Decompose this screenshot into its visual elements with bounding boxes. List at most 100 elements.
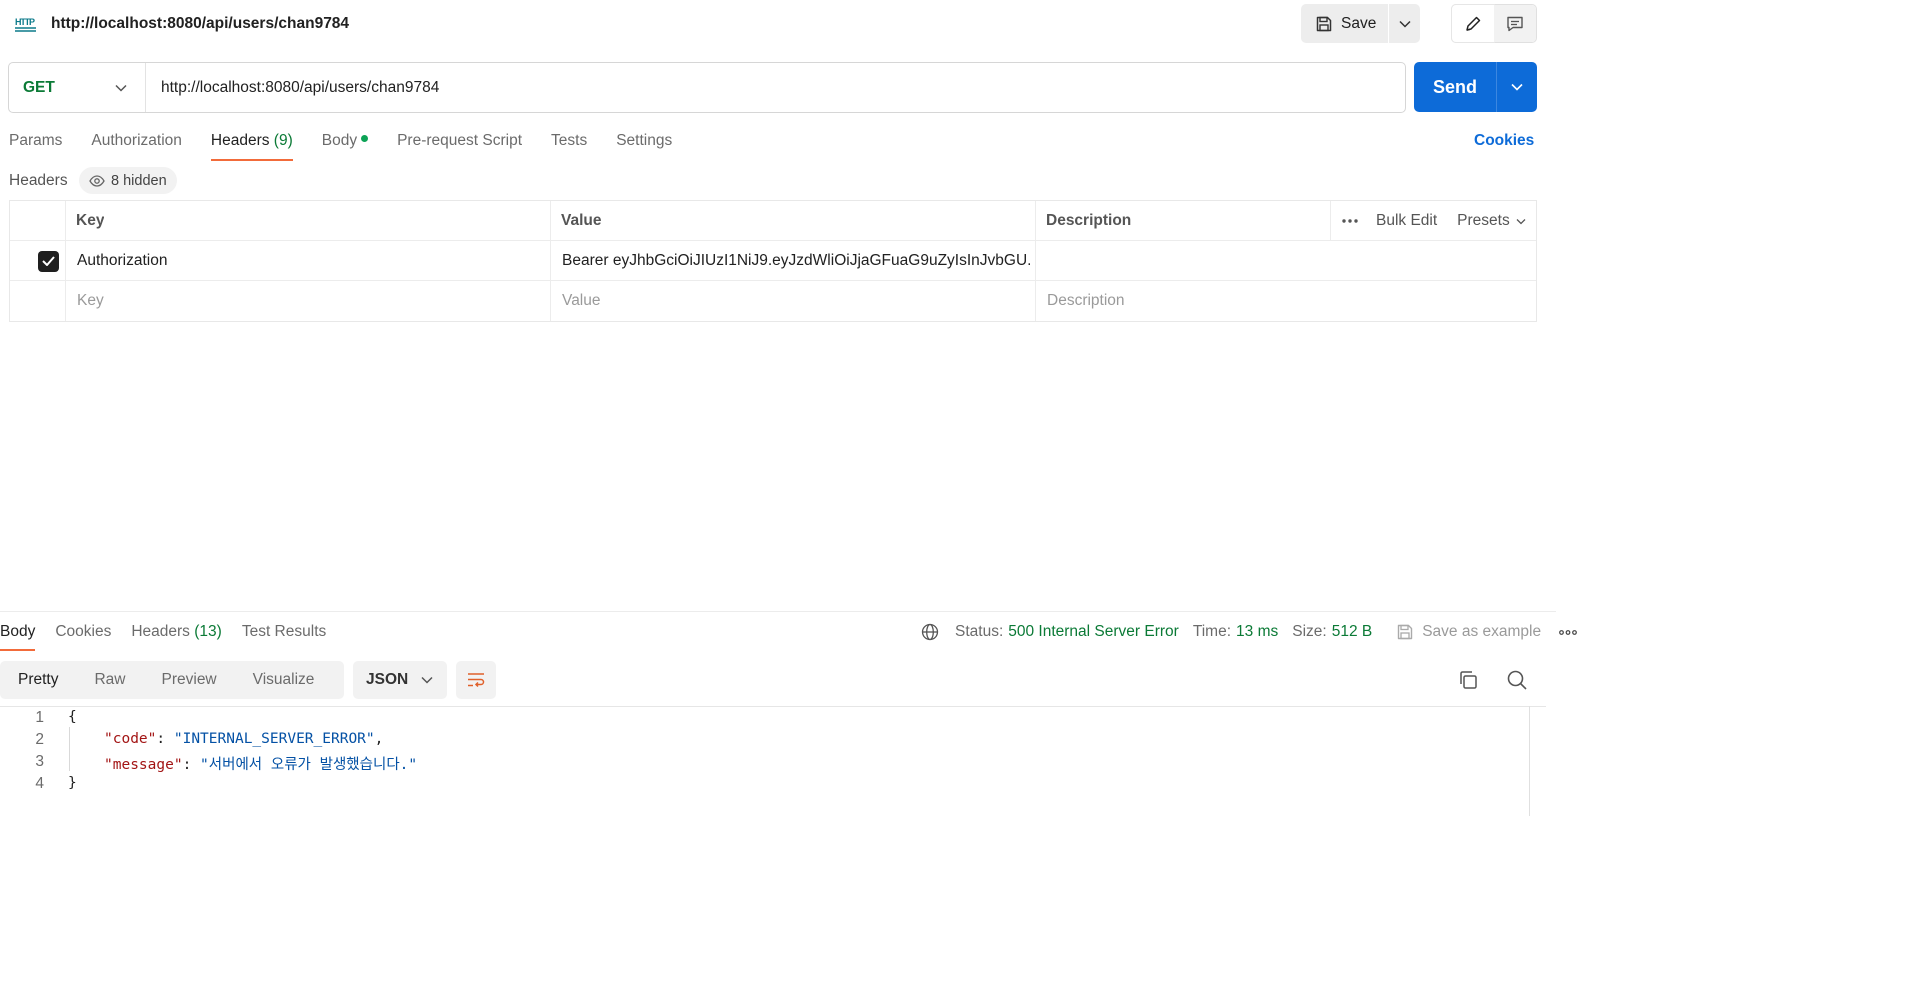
- view-pretty[interactable]: Pretty: [0, 661, 76, 699]
- json-value: "INTERNAL_SERVER_ERROR": [173, 731, 375, 747]
- tab-params[interactable]: Params: [9, 130, 62, 161]
- save-button-group: Save: [1301, 4, 1420, 43]
- tab-count: (9): [273, 132, 293, 149]
- header-enabled-checkbox[interactable]: [38, 241, 62, 281]
- code-line: 1 {: [0, 707, 1520, 729]
- code-text: "code": "INTERNAL_SERVER_ERROR",: [104, 731, 383, 747]
- header-value-field[interactable]: Bearer eyJhbGciOiJIUzI1NiJ9.eyJzdWliOiJj…: [562, 241, 1032, 281]
- tab-pre-request-script[interactable]: Pre-request Script: [397, 130, 522, 161]
- time-label: Time:: [1192, 623, 1232, 640]
- tab-authorization[interactable]: Authorization: [91, 130, 181, 161]
- comments-button[interactable]: [1493, 5, 1536, 42]
- response-tab-test-results[interactable]: Test Results: [242, 621, 326, 651]
- response-body-editor[interactable]: 1 { 2 "code": "INTERNAL_SERVER_ERROR", 3…: [0, 706, 1546, 816]
- header-key-field[interactable]: Authorization: [77, 241, 547, 281]
- cookies-link[interactable]: Cookies: [1474, 132, 1534, 150]
- line-number: 1: [35, 709, 44, 726]
- request-name[interactable]: http://localhost:8080/api/users/chan9784: [51, 15, 349, 33]
- hidden-headers-toggle[interactable]: 8 hidden: [79, 167, 177, 194]
- chevron-down-icon: [1511, 83, 1523, 91]
- table-row-new: Key Value Description: [10, 281, 1536, 321]
- send-button-group: Send: [1414, 62, 1537, 112]
- status-value[interactable]: 500 Internal Server Error: [1008, 623, 1179, 641]
- bulk-edit-button[interactable]: Bulk Edit: [1376, 212, 1437, 230]
- json-key: "message": [104, 757, 183, 773]
- tab-label: Params: [9, 132, 63, 149]
- chevron-down-icon: [115, 84, 127, 92]
- editor-scrollbar[interactable]: [1529, 706, 1530, 816]
- line-number: 2: [35, 731, 44, 748]
- more-options-icon[interactable]: [1559, 629, 1578, 635]
- view-raw[interactable]: Raw: [76, 661, 143, 699]
- save-label: Save: [1341, 14, 1377, 32]
- presets-dropdown[interactable]: Presets: [1457, 212, 1526, 230]
- send-options-dropdown[interactable]: [1497, 62, 1537, 112]
- edit-button[interactable]: [1452, 5, 1494, 42]
- view-mode-toggle: [1451, 4, 1537, 43]
- new-description-input[interactable]: Description: [1047, 281, 1527, 321]
- code-text: }: [68, 775, 77, 791]
- request-url-bar: GET: [8, 62, 1406, 113]
- response-tab-body[interactable]: Body: [0, 621, 36, 651]
- response-meta: Status: 500 Internal Server Error Time: …: [921, 621, 1578, 643]
- body-indicator-dot: [361, 135, 369, 143]
- response-tabs: Body Cookies Headers (13) Test Results: [0, 621, 346, 651]
- request-title-bar: HTTP http://localhost:8080/api/users/cha…: [0, 0, 1920, 50]
- tab-headers[interactable]: Headers (9): [210, 130, 293, 161]
- view-preview[interactable]: Preview: [144, 661, 235, 699]
- size-value[interactable]: 512 B: [1332, 623, 1373, 641]
- format-label: JSON: [366, 671, 409, 688]
- json-value: "서버에서 오류가 발생했습니다.": [200, 757, 418, 773]
- tab-label: Tests: [551, 132, 588, 149]
- size-label: Size:: [1292, 623, 1327, 640]
- save-as-example-label: Save as example: [1422, 623, 1542, 640]
- new-value-input[interactable]: Value: [562, 281, 1032, 321]
- view-visualize[interactable]: Visualize: [235, 661, 333, 699]
- json-comma: ,: [374, 731, 384, 747]
- tab-label: Test Results: [241, 623, 327, 640]
- tab-settings[interactable]: Settings: [616, 130, 672, 161]
- chevron-down-icon: [421, 676, 433, 684]
- table-header-row: Key Value Description Bulk Edit Presets: [10, 201, 1536, 241]
- check-icon: [42, 256, 55, 266]
- code-text: "message": "서버에서 오류가 발생했습니다.": [104, 753, 417, 774]
- tab-body[interactable]: Body: [321, 130, 369, 161]
- save-options-dropdown[interactable]: [1389, 4, 1420, 43]
- wrap-lines-button[interactable]: [456, 661, 496, 699]
- copy-icon[interactable]: [1456, 668, 1480, 692]
- header-description-field[interactable]: [1047, 241, 1527, 281]
- table-row: Authorization Bearer eyJhbGciOiJIUzI1NiJ…: [10, 241, 1536, 281]
- header-actions: Bulk Edit Presets: [1330, 201, 1526, 241]
- search-icon[interactable]: [1505, 668, 1529, 692]
- presets-label: Presets: [1457, 212, 1510, 229]
- tab-label: Cookies: [55, 623, 112, 640]
- send-button[interactable]: Send: [1414, 62, 1497, 112]
- response-view-selector: Pretty Raw Preview Visualize: [0, 661, 344, 699]
- response-tab-headers[interactable]: Headers (13): [131, 621, 221, 651]
- response-divider[interactable]: [0, 611, 1556, 612]
- json-separator: :: [182, 757, 201, 773]
- globe-icon[interactable]: [921, 623, 939, 641]
- save-button[interactable]: Save: [1301, 4, 1389, 43]
- chevron-down-icon: [1516, 218, 1526, 224]
- new-key-input[interactable]: Key: [77, 281, 547, 321]
- method-select[interactable]: GET: [9, 63, 146, 112]
- pencil-icon: [1466, 16, 1480, 31]
- key-column-header: Key: [76, 212, 105, 229]
- code-line: 2 "code": "INTERNAL_SERVER_ERROR",: [0, 729, 1520, 751]
- code-text: {: [68, 709, 77, 725]
- url-input[interactable]: [146, 63, 1405, 112]
- tab-label: Body: [321, 132, 358, 149]
- time-value[interactable]: 13 ms: [1236, 623, 1278, 641]
- response-tab-cookies[interactable]: Cookies: [55, 621, 111, 651]
- code-line: 4 }: [0, 773, 1520, 795]
- tab-tests[interactable]: Tests: [551, 130, 587, 161]
- save-as-example-button[interactable]: Save as example: [1396, 623, 1541, 641]
- status-label: Status:: [955, 623, 1004, 640]
- tab-label: Headers: [210, 132, 270, 149]
- tab-label: Authorization: [91, 132, 182, 149]
- format-select[interactable]: JSON: [353, 661, 447, 699]
- indent-guide: [69, 727, 70, 771]
- method-label: GET: [23, 78, 55, 96]
- more-options-icon[interactable]: [1342, 219, 1358, 223]
